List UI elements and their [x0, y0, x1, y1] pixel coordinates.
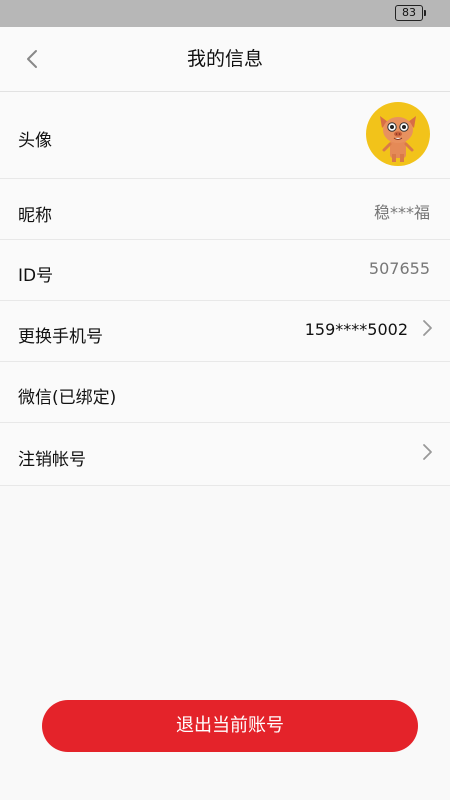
logout-button[interactable]: 退出当前账号 — [42, 700, 418, 752]
battery-icon: 83 — [395, 5, 426, 21]
avatar-label: 头像 — [18, 131, 52, 151]
page-title: 我的信息 — [186, 48, 263, 70]
delete-account-label: 注销帐号 — [18, 450, 86, 470]
id-label: ID号 — [18, 266, 54, 286]
nickname-label: 昵称 — [18, 206, 52, 226]
back-button[interactable] — [18, 43, 46, 75]
delete-account-row[interactable]: 注销帐号 — [0, 423, 450, 486]
id-value: 507655 — [368, 259, 430, 278]
battery-tip — [424, 10, 426, 16]
back-chevron-icon — [27, 50, 37, 68]
avatar-row[interactable]: 头像 — [0, 92, 450, 179]
id-row: ID号 507655 — [0, 240, 450, 301]
avatar-cartoon-pig — [380, 116, 416, 162]
header: 我的信息 — [0, 27, 450, 92]
change-phone-row[interactable]: 更换手机号 159****5002 — [0, 301, 450, 362]
phone-value: 159****5002 — [304, 320, 408, 339]
nickname-value: 稳***福 — [373, 203, 430, 222]
battery-level: 83 — [402, 6, 416, 19]
status-bar: 83 — [0, 0, 450, 27]
avatar[interactable] — [366, 102, 430, 166]
chevron-right-icon — [423, 320, 432, 336]
nickname-row[interactable]: 昵称 稳***福 — [0, 179, 450, 240]
wechat-label: 微信(已绑定) — [18, 388, 117, 408]
change-phone-label: 更换手机号 — [18, 327, 103, 347]
wechat-row: 微信(已绑定) — [0, 362, 450, 423]
chevron-right-icon — [423, 444, 432, 460]
